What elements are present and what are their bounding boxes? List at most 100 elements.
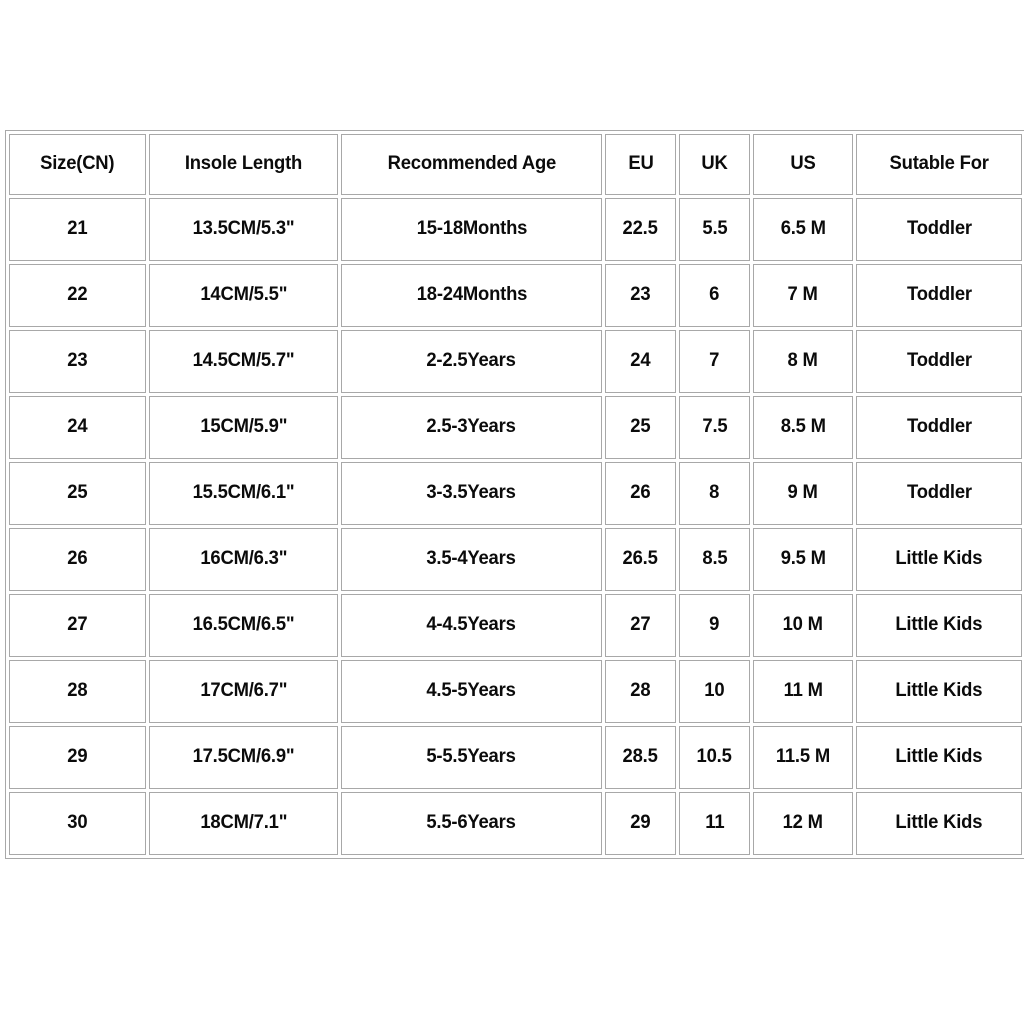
cell-uk: 8 — [679, 462, 750, 525]
cell-recommended-age: 5.5-6Years — [341, 792, 602, 855]
cell-suitable-for-value: Toddler — [906, 218, 972, 240]
column-header-eu: EU — [605, 134, 676, 195]
cell-insole-length-value: 17.5CM/6.9" — [192, 746, 295, 768]
cell-suitable-for-value: Little Kids — [895, 680, 983, 702]
cell-uk: 11 — [679, 792, 750, 855]
cell-recommended-age: 15-18Months — [341, 198, 602, 261]
cell-us-value: 9.5 M — [780, 548, 826, 570]
cell-eu-value: 25 — [630, 416, 651, 438]
cell-eu-value: 26.5 — [622, 548, 659, 570]
cell-suitable-for-value: Toddler — [906, 350, 972, 372]
cell-recommended-age-value: 5-5.5Years — [426, 746, 517, 768]
column-header-insole-length-label: Insole Length — [184, 153, 303, 175]
cell-uk-value: 8 — [709, 482, 720, 504]
cell-insole-length-value: 16CM/6.3" — [200, 548, 287, 570]
column-header-uk: UK — [679, 134, 750, 195]
cell-us-value: 7 M — [787, 284, 819, 306]
cell-insole-length-value: 17CM/6.7" — [200, 680, 287, 702]
table-row: 24 15CM/5.9" 2.5-3Years 25 7.5 8.5 M Tod… — [9, 396, 1022, 459]
cell-eu-value: 28.5 — [622, 746, 659, 768]
cell-us: 6.5 M — [753, 198, 853, 261]
cell-suitable-for: Little Kids — [856, 726, 1022, 789]
cell-size-cn-value: 28 — [67, 680, 88, 702]
cell-recommended-age-value: 2.5-3Years — [426, 416, 517, 438]
cell-eu: 28.5 — [605, 726, 676, 789]
cell-uk: 9 — [679, 594, 750, 657]
cell-recommended-age: 2.5-3Years — [341, 396, 602, 459]
cell-us: 9.5 M — [753, 528, 853, 591]
cell-recommended-age: 4.5-5Years — [341, 660, 602, 723]
cell-size-cn-value: 30 — [67, 812, 88, 834]
cell-recommended-age: 18-24Months — [341, 264, 602, 327]
cell-insole-length: 16.5CM/6.5" — [149, 594, 338, 657]
cell-suitable-for: Toddler — [856, 198, 1022, 261]
cell-size-cn-value: 26 — [67, 548, 88, 570]
cell-insole-length-value: 13.5CM/5.3" — [192, 218, 295, 240]
cell-suitable-for: Toddler — [856, 462, 1022, 525]
cell-recommended-age-value: 4-4.5Years — [426, 614, 517, 636]
cell-eu-value: 27 — [630, 614, 651, 636]
cell-uk-value: 10 — [704, 680, 725, 702]
cell-insole-length: 18CM/7.1" — [149, 792, 338, 855]
cell-uk: 5.5 — [679, 198, 750, 261]
cell-us-value: 8 M — [787, 350, 819, 372]
cell-eu: 29 — [605, 792, 676, 855]
cell-eu-value: 22.5 — [622, 218, 659, 240]
cell-uk-value: 7 — [709, 350, 720, 372]
cell-recommended-age-value: 15-18Months — [416, 218, 527, 240]
table-header: Size(CN) Insole Length Recommended Age E… — [9, 134, 1022, 195]
cell-suitable-for-value: Toddler — [906, 416, 972, 438]
cell-size-cn-value: 23 — [67, 350, 88, 372]
cell-size-cn: 27 — [9, 594, 146, 657]
cell-insole-length-value: 14.5CM/5.7" — [192, 350, 295, 372]
cell-us: 8.5 M — [753, 396, 853, 459]
cell-us-value: 10 M — [782, 614, 824, 636]
cell-insole-length: 17.5CM/6.9" — [149, 726, 338, 789]
cell-uk-value: 11 — [704, 812, 725, 834]
cell-recommended-age: 4-4.5Years — [341, 594, 602, 657]
cell-us: 8 M — [753, 330, 853, 393]
cell-eu: 26 — [605, 462, 676, 525]
cell-size-cn: 30 — [9, 792, 146, 855]
cell-recommended-age-value: 3.5-4Years — [426, 548, 517, 570]
cell-eu-value: 29 — [630, 812, 651, 834]
column-header-suitable-for-label: Sutable For — [889, 153, 989, 175]
cell-insole-length-value: 18CM/7.1" — [200, 812, 287, 834]
cell-suitable-for: Little Kids — [856, 792, 1022, 855]
cell-insole-length-value: 15CM/5.9" — [200, 416, 287, 438]
cell-uk-value: 8.5 — [701, 548, 728, 570]
cell-insole-length: 15.5CM/6.1" — [149, 462, 338, 525]
cell-size-cn: 28 — [9, 660, 146, 723]
cell-size-cn: 21 — [9, 198, 146, 261]
cell-insole-length-value: 14CM/5.5" — [200, 284, 287, 306]
cell-insole-length-value: 15.5CM/6.1" — [192, 482, 295, 504]
cell-size-cn: 24 — [9, 396, 146, 459]
cell-us: 12 M — [753, 792, 853, 855]
cell-us-value: 12 M — [782, 812, 824, 834]
size-chart-container: Size(CN) Insole Length Recommended Age E… — [5, 130, 1024, 859]
cell-us-value: 9 M — [787, 482, 819, 504]
cell-recommended-age: 3.5-4Years — [341, 528, 602, 591]
cell-insole-length-value: 16.5CM/6.5" — [192, 614, 295, 636]
shoe-size-chart-table: Size(CN) Insole Length Recommended Age E… — [5, 130, 1024, 859]
column-header-recommended-age-label: Recommended Age — [387, 153, 556, 175]
cell-us-value: 11.5 M — [775, 746, 831, 768]
cell-us: 7 M — [753, 264, 853, 327]
cell-suitable-for-value: Little Kids — [895, 746, 983, 768]
cell-insole-length: 16CM/6.3" — [149, 528, 338, 591]
table-header-row: Size(CN) Insole Length Recommended Age E… — [9, 134, 1022, 195]
table-row: 23 14.5CM/5.7" 2-2.5Years 24 7 8 M Toddl… — [9, 330, 1022, 393]
column-header-us: US — [753, 134, 853, 195]
cell-eu: 27 — [605, 594, 676, 657]
cell-us-value: 8.5 M — [780, 416, 826, 438]
cell-uk-value: 10.5 — [696, 746, 733, 768]
cell-suitable-for-value: Little Kids — [895, 548, 983, 570]
table-row: 29 17.5CM/6.9" 5-5.5Years 28.5 10.5 11.5… — [9, 726, 1022, 789]
cell-us: 11 M — [753, 660, 853, 723]
cell-recommended-age-value: 2-2.5Years — [426, 350, 517, 372]
cell-recommended-age-value: 18-24Months — [416, 284, 527, 306]
cell-size-cn-value: 29 — [67, 746, 88, 768]
cell-recommended-age: 3-3.5Years — [341, 462, 602, 525]
cell-eu: 24 — [605, 330, 676, 393]
column-header-size-cn: Size(CN) — [9, 134, 146, 195]
